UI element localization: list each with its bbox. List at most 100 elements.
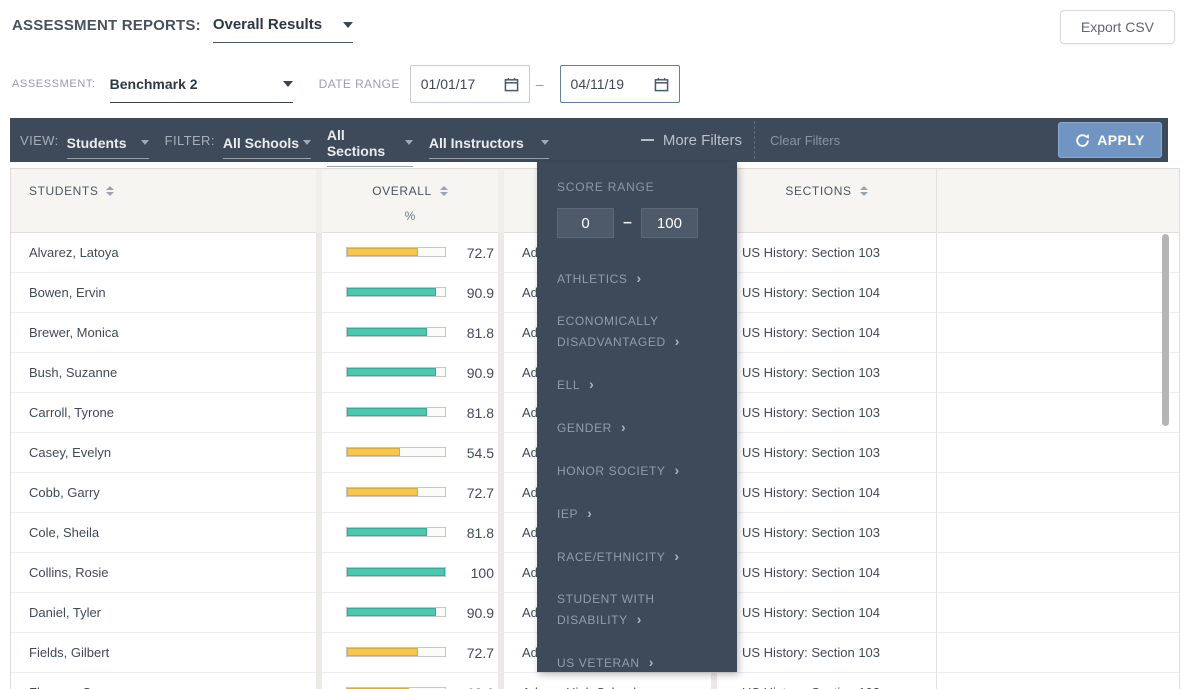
calendar-icon[interactable] [504, 77, 519, 92]
student-cell: Bowen, Ervin [11, 273, 316, 312]
student-name: Cobb, Garry [29, 485, 100, 500]
apply-label: APPLY [1097, 132, 1144, 148]
score-range-separator: – [623, 214, 632, 232]
score-value: 90.9 [467, 273, 494, 312]
overall-cell: 100 [322, 553, 498, 592]
section-cell: US History: Section 102 [717, 673, 936, 689]
more-filter-category[interactable]: US VETERAN› [557, 652, 729, 673]
section-name: US History: Section 103 [742, 445, 880, 460]
student-name: Bush, Suzanne [29, 365, 117, 380]
score-bar [346, 647, 446, 657]
more-filter-category[interactable]: IEP› [557, 503, 729, 524]
section-cell: US History: Section 104 [717, 593, 936, 632]
score-bar [346, 567, 446, 577]
sections-header-label: SECTIONS [785, 184, 851, 198]
student-name: Carroll, Tyrone [29, 405, 114, 420]
report-type-dropdown[interactable]: Overall Results [213, 16, 353, 43]
score-bar-fill [347, 568, 445, 576]
student-name: Bowen, Ervin [29, 285, 106, 300]
more-filter-category[interactable]: ECONOMICALLY DISADVANTAGED› [557, 311, 729, 352]
more-filter-category[interactable]: STUDENT WITH DISABILITY› [557, 589, 729, 630]
score-bar-fill [347, 608, 436, 616]
score-min-input[interactable] [557, 208, 614, 238]
filter-label: FILTER: [165, 133, 215, 148]
section-cell: US History: Section 104 [717, 313, 936, 352]
export-csv-button[interactable]: Export CSV [1060, 10, 1175, 44]
vertical-scrollbar-thumb[interactable] [1162, 234, 1169, 426]
table-row: Flowers, Guy 63.6 Adams High School US H… [11, 673, 1179, 689]
section-name: US History: Section 104 [742, 485, 880, 500]
clear-filters-button[interactable]: Clear Filters [770, 133, 840, 148]
overall-unit-label: % [322, 209, 498, 223]
score-bar-fill [347, 288, 436, 296]
section-cell: US History: Section 103 [717, 433, 936, 472]
student-cell: Casey, Evelyn [11, 433, 316, 472]
score-bar-fill [347, 648, 418, 656]
student-name: Brewer, Monica [29, 325, 119, 340]
more-filter-category[interactable]: RACE/ETHNICITY› [557, 546, 729, 567]
student-cell: Alvarez, Latoya [11, 233, 316, 272]
section-cell: US History: Section 103 [717, 633, 936, 672]
chevron-down-icon [343, 22, 353, 28]
section-name: US History: Section 104 [742, 325, 880, 340]
chevron-right-icon: › [674, 462, 679, 478]
more-filter-category[interactable]: HONOR SOCIETY › [557, 460, 729, 481]
score-value: 72.7 [467, 233, 494, 272]
score-bar [346, 247, 446, 257]
assessment-filter-row: ASSESSMENT: Benchmark 2 DATE RANGE 01/01… [12, 62, 680, 106]
student-name: Cole, Sheila [29, 525, 99, 540]
score-value: 90.9 [467, 353, 494, 392]
sections-filter-value: All Sections [327, 127, 405, 159]
more-filter-category[interactable]: ATHLETICS› [557, 268, 729, 289]
sections-filter-dropdown[interactable]: All Sections [327, 127, 413, 167]
column-gutter [498, 233, 504, 689]
schools-filter-dropdown[interactable]: All Schools [223, 135, 311, 159]
view-dropdown[interactable]: Students [67, 135, 149, 159]
more-filter-category[interactable]: ELL› [557, 374, 729, 395]
filter-category-label: HONOR SOCIETY [557, 464, 665, 478]
section-name: US History: Section 103 [742, 525, 880, 540]
column-gutter [316, 233, 322, 689]
sections-column-header[interactable]: SECTIONS [717, 184, 936, 198]
overall-cell: 90.9 [322, 353, 498, 392]
score-bar [346, 527, 446, 537]
apply-button[interactable]: APPLY [1058, 122, 1162, 158]
section-cell: US History: Section 103 [717, 233, 936, 272]
score-value: 81.8 [467, 513, 494, 552]
student-cell: Fields, Gilbert [11, 633, 316, 672]
view-filter-toolbar: VIEW: Students FILTER: All Schools All S… [10, 118, 1168, 162]
more-filter-category[interactable]: GENDER› [557, 417, 729, 438]
section-name: US History: Section 103 [742, 245, 880, 260]
chevron-right-icon: › [649, 654, 654, 670]
chevron-right-icon: › [587, 505, 592, 521]
overall-cell: 72.7 [322, 473, 498, 512]
date-from-input[interactable]: 01/01/17 [410, 65, 530, 103]
date-to-value: 04/11/19 [571, 76, 624, 92]
chevron-down-icon [405, 140, 413, 145]
assessment-reports-page: ASSESSMENT REPORTS: Overall Results Expo… [0, 0, 1195, 689]
overall-column-header[interactable]: OVERALL [322, 184, 498, 198]
score-range-label: SCORE RANGE [557, 180, 723, 194]
chevron-right-icon: › [674, 548, 679, 564]
assessment-dropdown[interactable]: Benchmark 2 [110, 76, 293, 103]
filter-category-label: ATHLETICS [557, 272, 628, 286]
score-value: 63.6 [467, 673, 494, 689]
toolbar-divider [754, 121, 755, 159]
instructors-filter-dropdown[interactable]: All Instructors [429, 135, 549, 159]
chevron-down-icon [303, 140, 311, 145]
more-filters-toggle[interactable]: More Filters [641, 132, 742, 149]
date-range-separator: – [536, 76, 544, 92]
chevron-down-icon [141, 140, 149, 145]
sort-icon [440, 186, 448, 196]
overall-cell: 63.6 [322, 673, 498, 689]
calendar-icon[interactable] [654, 77, 669, 92]
section-cell: US History: Section 104 [717, 553, 936, 592]
chevron-right-icon: › [621, 419, 626, 435]
overall-cell: 81.8 [322, 513, 498, 552]
score-bar-fill [347, 528, 427, 536]
date-to-input[interactable]: 04/11/19 [560, 65, 680, 103]
score-max-input[interactable] [641, 208, 698, 238]
score-range-controls: – [557, 208, 723, 238]
students-column-header[interactable]: STUDENTS [29, 184, 114, 198]
student-cell: Bush, Suzanne [11, 353, 316, 392]
